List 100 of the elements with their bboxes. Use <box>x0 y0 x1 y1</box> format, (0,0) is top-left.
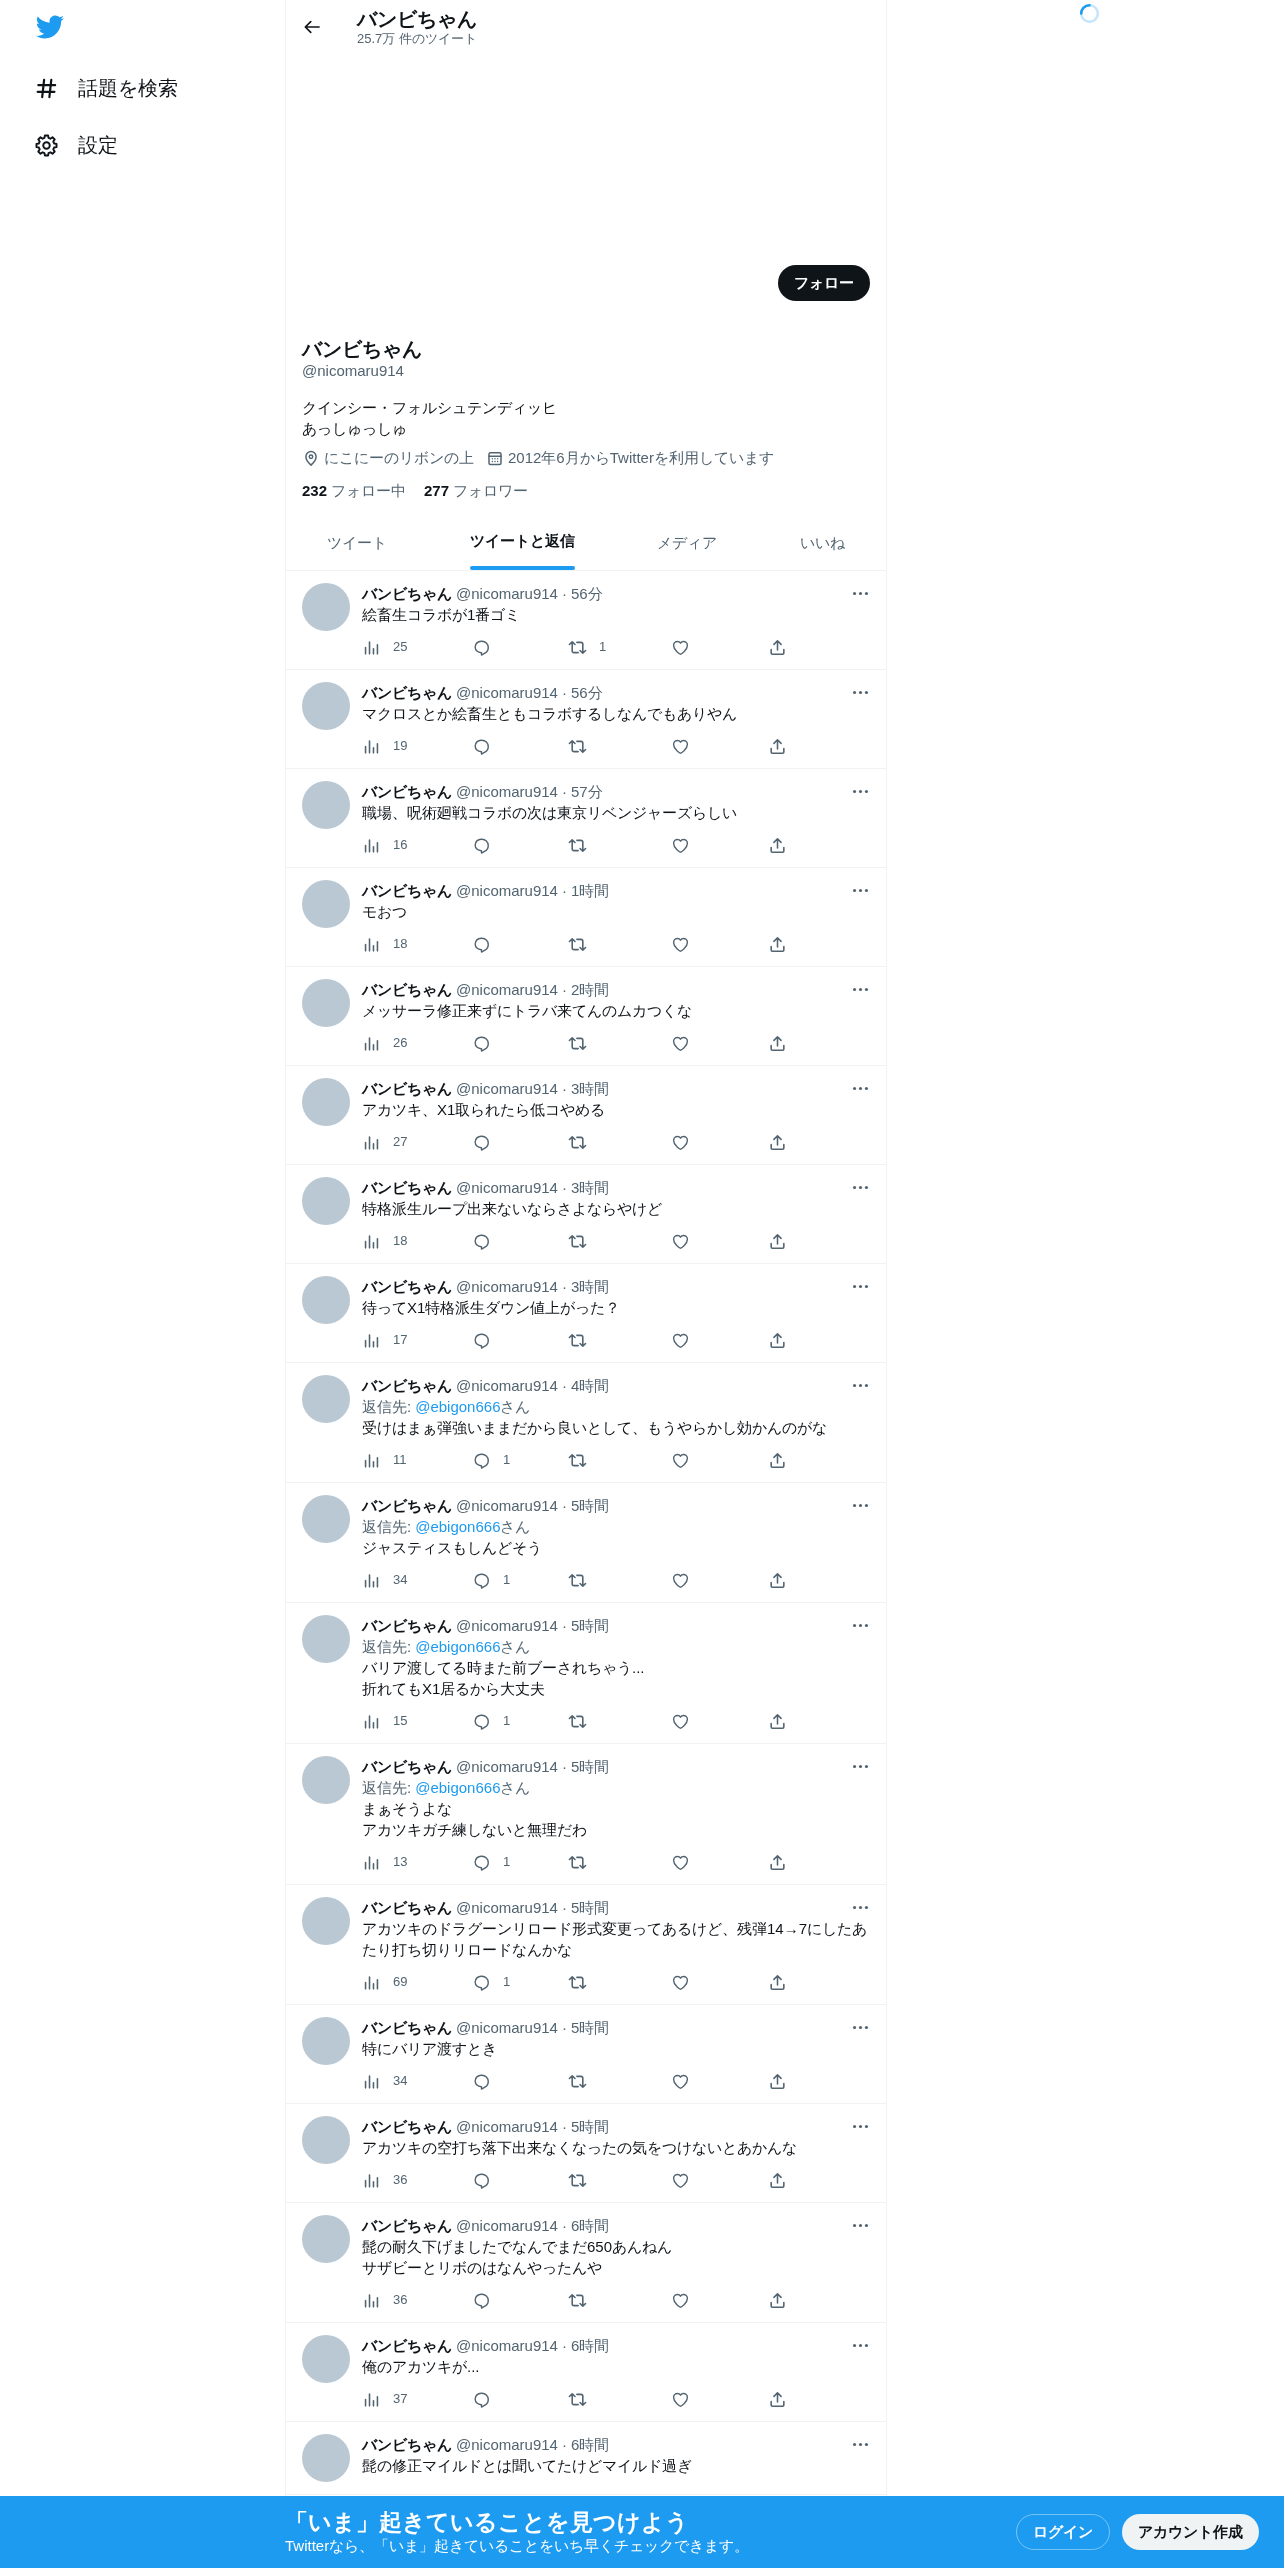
speech-bubble-icon[interactable] <box>472 1450 491 1470</box>
share-icon[interactable] <box>768 1852 787 1872</box>
views-button[interactable]: 37 <box>362 2389 408 2409</box>
views-button[interactable]: 69 <box>362 1972 408 1992</box>
retweet-button[interactable]: 1 <box>568 637 607 657</box>
nav-item[interactable]: 話題を検索 <box>23 63 190 113</box>
author-handle[interactable]: @nicomaru914 <box>456 1897 558 1918</box>
share-icon[interactable] <box>768 1033 787 1053</box>
share-icon[interactable] <box>768 2290 787 2310</box>
views-button[interactable]: 34 <box>362 2071 408 2091</box>
author-name[interactable]: バンビちゃん <box>362 1276 452 1297</box>
tweet-time[interactable]: 6時間 <box>570 2335 610 2356</box>
share-icon[interactable] <box>768 934 787 954</box>
speech-bubble-icon[interactable] <box>472 637 491 657</box>
views-button[interactable]: 17 <box>362 1330 408 1350</box>
views-button[interactable]: 11 <box>362 1450 407 1470</box>
author-handle[interactable]: @nicomaru914 <box>456 1276 558 1297</box>
share-icon[interactable] <box>768 2170 787 2190</box>
views-button[interactable]: 27 <box>362 1132 408 1152</box>
speech-bubble-icon[interactable] <box>472 1033 491 1053</box>
speech-bubble-icon[interactable] <box>472 2071 491 2091</box>
author-handle[interactable]: @nicomaru914 <box>456 583 558 604</box>
speech-bubble-icon[interactable] <box>472 1972 491 1992</box>
share-icon[interactable] <box>768 736 787 756</box>
tweet-time[interactable]: 5時間 <box>570 2116 610 2137</box>
bird-icon[interactable] <box>35 14 64 39</box>
author-handle[interactable]: @nicomaru914 <box>456 1078 558 1099</box>
views-button[interactable]: 36 <box>362 2290 408 2310</box>
author-handle[interactable]: @nicomaru914 <box>456 781 558 802</box>
tweet-time[interactable]: 56分 <box>570 682 603 703</box>
nav-item[interactable]: 設定 <box>23 120 130 170</box>
author-name[interactable]: バンビちゃん <box>362 682 452 703</box>
reply-button[interactable]: 1 <box>472 1570 511 1590</box>
tweet-time[interactable]: 3時間 <box>570 1276 610 1297</box>
tweet-time[interactable]: 3時間 <box>570 1177 610 1198</box>
author-handle[interactable]: @nicomaru914 <box>456 2434 558 2455</box>
views-button[interactable]: 18 <box>362 934 408 954</box>
speech-bubble-icon[interactable] <box>472 2389 491 2409</box>
author-name[interactable]: バンビちゃん <box>362 1078 452 1099</box>
author-name[interactable]: バンビちゃん <box>362 2116 452 2137</box>
tweet-time[interactable]: 3時間 <box>570 1078 610 1099</box>
author-handle[interactable]: @nicomaru914 <box>456 1375 558 1396</box>
profile-tab[interactable]: いいね <box>758 517 886 570</box>
share-icon[interactable] <box>768 1132 787 1152</box>
views-button[interactable]: 13 <box>362 1852 408 1872</box>
author-name[interactable]: バンビちゃん <box>362 2215 452 2236</box>
tweet-time[interactable]: 1時間 <box>570 880 610 901</box>
share-icon[interactable] <box>768 1972 787 1992</box>
views-button[interactable]: 18 <box>362 1231 408 1251</box>
author-name[interactable]: バンビちゃん <box>362 979 452 1000</box>
profile-tab[interactable]: ツイートと返信 <box>428 517 616 570</box>
follow-button[interactable]: フォロー <box>778 265 870 301</box>
followers-link[interactable]: 277 フォロワー <box>424 481 529 501</box>
tweet-time[interactable]: 5時間 <box>570 1495 610 1516</box>
tweet-time[interactable]: 6時間 <box>570 2434 610 2455</box>
author-handle[interactable]: @nicomaru914 <box>456 2116 558 2137</box>
author-name[interactable]: バンビちゃん <box>362 1897 452 1918</box>
tweet-time[interactable]: 5時間 <box>570 1897 610 1918</box>
author-handle[interactable]: @nicomaru914 <box>456 880 558 901</box>
tweet-time[interactable]: 57分 <box>570 781 603 802</box>
author-name[interactable]: バンビちゃん <box>362 1495 452 1516</box>
tweet-time[interactable]: 6時間 <box>570 2215 610 2236</box>
author-name[interactable]: バンビちゃん <box>362 781 452 802</box>
share-icon[interactable] <box>768 1570 787 1590</box>
speech-bubble-icon[interactable] <box>472 1231 491 1251</box>
reply-button[interactable]: 1 <box>472 1852 511 1872</box>
profile-tab[interactable]: メディア <box>616 517 759 570</box>
speech-bubble-icon[interactable] <box>472 1132 491 1152</box>
author-handle[interactable]: @nicomaru914 <box>456 1756 558 1777</box>
reply-button[interactable]: 1 <box>472 1711 511 1731</box>
speech-bubble-icon[interactable] <box>472 736 491 756</box>
author-handle[interactable]: @nicomaru914 <box>456 979 558 1000</box>
author-name[interactable]: バンビちゃん <box>362 880 452 901</box>
reply-button[interactable]: 1 <box>472 1972 511 1992</box>
tweet-time[interactable]: 4時間 <box>570 1375 610 1396</box>
tweet-time[interactable]: 56分 <box>570 583 603 604</box>
share-icon[interactable] <box>768 1231 787 1251</box>
following-link[interactable]: 232 フォロー中 <box>302 481 407 501</box>
author-handle[interactable]: @nicomaru914 <box>456 1177 558 1198</box>
speech-bubble-icon[interactable] <box>472 1570 491 1590</box>
author-name[interactable]: バンビちゃん <box>362 2434 452 2455</box>
share-icon[interactable] <box>768 1450 787 1470</box>
speech-bubble-icon[interactable] <box>472 1852 491 1872</box>
profile-tab[interactable]: ツイート <box>286 517 429 570</box>
author-handle[interactable]: @nicomaru914 <box>456 1615 558 1636</box>
views-button[interactable]: 16 <box>362 835 408 855</box>
share-icon[interactable] <box>768 2071 787 2091</box>
author-name[interactable]: バンビちゃん <box>362 1177 452 1198</box>
author-handle[interactable]: @nicomaru914 <box>456 1495 558 1516</box>
author-name[interactable]: バンビちゃん <box>362 1375 452 1396</box>
author-name[interactable]: バンビちゃん <box>362 2017 452 2038</box>
speech-bubble-icon[interactable] <box>472 835 491 855</box>
signup-button[interactable]: アカウント作成 <box>1122 2514 1259 2550</box>
author-name[interactable]: バンビちゃん <box>362 583 452 604</box>
speech-bubble-icon[interactable] <box>472 2170 491 2190</box>
views-button[interactable]: 19 <box>362 736 408 756</box>
author-handle[interactable]: @nicomaru914 <box>456 682 558 703</box>
share-icon[interactable] <box>768 637 787 657</box>
share-icon[interactable] <box>768 1330 787 1350</box>
tweet-time[interactable]: 5時間 <box>570 1756 610 1777</box>
